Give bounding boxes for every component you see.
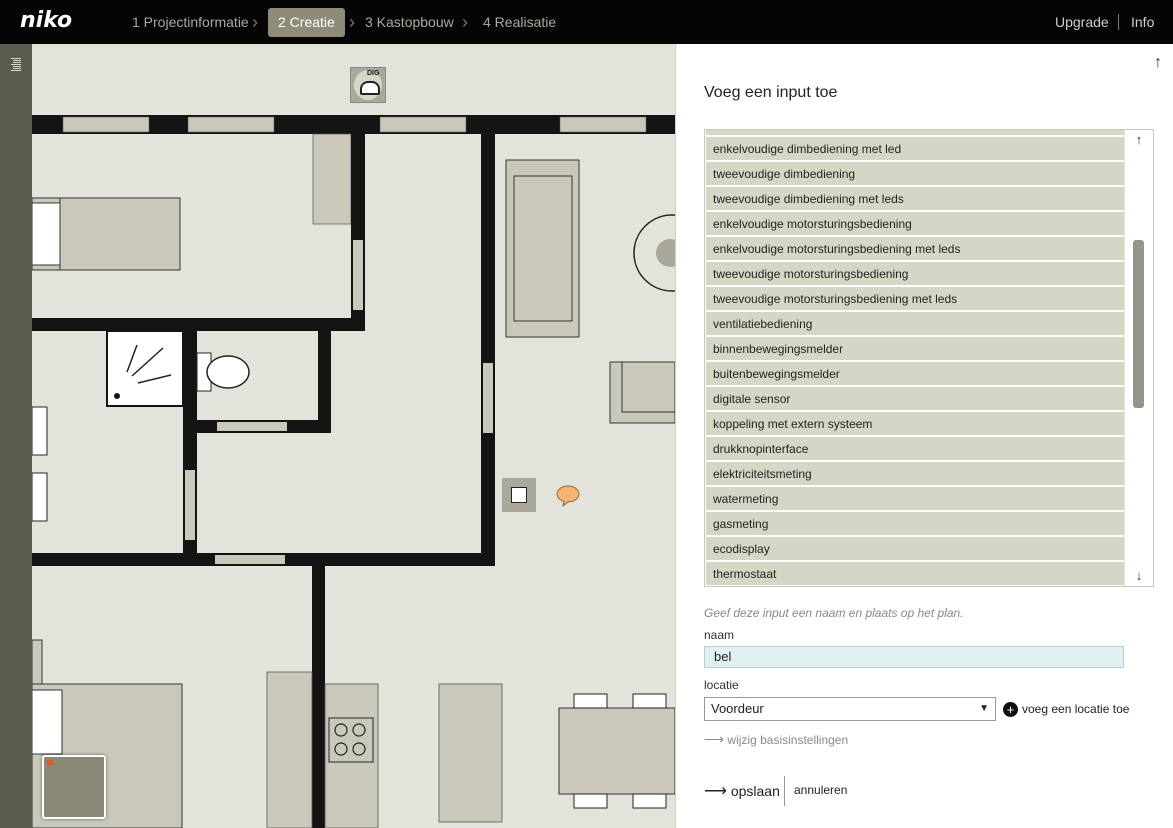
add-input-panel: ↑ Voeg een input toe enkelvoudige dimbed… bbox=[675, 44, 1173, 828]
list-item[interactable]: enkelvoudige motorsturingsbediening bbox=[706, 212, 1124, 236]
location-label: locatie bbox=[704, 678, 739, 692]
list-item[interactable]: ecodisplay bbox=[706, 537, 1124, 561]
list-item[interactable]: tweevoudige motorsturingsbediening bbox=[706, 262, 1124, 286]
step-projectinformatie[interactable]: 1 Projectinformatie bbox=[122, 8, 259, 37]
dig-label: DIG bbox=[367, 70, 380, 77]
list-item[interactable] bbox=[706, 130, 1124, 136]
location-select-value: Voordeur bbox=[711, 701, 764, 716]
scroll-up-arrow-icon[interactable]: ↑ bbox=[1125, 130, 1153, 150]
list-item[interactable]: tweevoudige motorsturingsbediening met l… bbox=[706, 287, 1124, 311]
list-item[interactable]: ventilatiebediening bbox=[706, 312, 1124, 336]
placed-input-icon[interactable] bbox=[502, 478, 536, 512]
scroll-down-arrow-icon[interactable]: ↓ bbox=[1125, 566, 1153, 586]
list-menu-icon[interactable] bbox=[9, 58, 23, 72]
save-button[interactable]: ⟶ opslaan bbox=[704, 781, 780, 801]
top-navigation-bar: niko 1 Projectinformatie › 2 Creatie › 3… bbox=[0, 0, 1173, 44]
chevron-right-icon: › bbox=[252, 12, 258, 32]
comment-bubble-icon[interactable] bbox=[555, 485, 581, 507]
advanced-settings-label: wijzig basisinstellingen bbox=[727, 733, 849, 747]
list-item[interactable]: tweevoudige dimbediening met leds bbox=[706, 187, 1124, 211]
name-label: naam bbox=[704, 628, 735, 642]
save-label: opslaan bbox=[730, 783, 780, 799]
input-type-list[interactable]: enkelvoudige dimbediening met led tweevo… bbox=[704, 129, 1154, 587]
step-creatie[interactable]: 2 Creatie bbox=[268, 8, 345, 37]
location-select[interactable]: Voordeur ▼ bbox=[704, 697, 996, 721]
add-location-button[interactable]: + voeg een locatie toe bbox=[1003, 700, 1129, 718]
list-item[interactable]: binnenbewegingsmelder bbox=[706, 337, 1124, 361]
list-item[interactable]: elektriciteitsmeting bbox=[706, 462, 1124, 486]
plus-circle-icon: + bbox=[1003, 702, 1018, 718]
name-input[interactable]: bel bbox=[704, 646, 1124, 668]
name-hint-text: Geef deze input een naam en plaats op he… bbox=[704, 606, 964, 620]
dropdown-arrow-icon: ▼ bbox=[979, 703, 989, 714]
panel-title: Voeg een input toe bbox=[704, 84, 838, 101]
add-location-label: voeg een locatie toe bbox=[1022, 702, 1130, 716]
button-divider bbox=[784, 776, 785, 806]
left-sidebar bbox=[0, 44, 32, 828]
floor-plan-minimap[interactable] bbox=[42, 755, 106, 819]
minimap-viewport-marker bbox=[47, 760, 53, 765]
list-item[interactable]: watermeting bbox=[706, 487, 1124, 511]
upgrade-link[interactable]: Upgrade bbox=[1055, 8, 1109, 37]
list-item[interactable]: tweevoudige dimbediening bbox=[706, 162, 1124, 186]
list-item[interactable]: enkelvoudige motorsturingsbediening met … bbox=[706, 237, 1124, 261]
floor-plan-canvas[interactable]: DIG bbox=[32, 44, 675, 828]
info-link[interactable]: Info bbox=[1131, 8, 1154, 37]
arrow-right-icon: ⟶ bbox=[704, 731, 725, 747]
list-item[interactable]: thermostaat bbox=[706, 562, 1124, 586]
cancel-button[interactable]: annuleren bbox=[794, 783, 847, 797]
list-item[interactable]: enkelvoudige dimbediening met led bbox=[706, 137, 1124, 161]
list-scrollbar[interactable]: ↑ ↓ bbox=[1124, 130, 1153, 586]
arrow-up-icon[interactable]: ↑ bbox=[1154, 54, 1162, 72]
arrow-right-icon: ⟶ bbox=[704, 783, 727, 800]
list-item[interactable]: buitenbewegingsmelder bbox=[706, 362, 1124, 386]
scrollbar-thumb[interactable] bbox=[1133, 240, 1144, 408]
floor-plan-drawing bbox=[32, 115, 675, 828]
list-item[interactable]: drukknopinterface bbox=[706, 437, 1124, 461]
step-realisatie[interactable]: 4 Realisatie bbox=[473, 8, 566, 37]
step-kastopbouw[interactable]: 3 Kastopbouw bbox=[355, 8, 464, 37]
list-item[interactable]: gasmeting bbox=[706, 512, 1124, 536]
topbar-divider bbox=[1118, 14, 1119, 30]
list-item[interactable]: koppeling met extern systeem bbox=[706, 412, 1124, 436]
niko-logo[interactable]: niko bbox=[20, 8, 72, 33]
advanced-settings-link[interactable]: ⟶ wijzig basisinstellingen bbox=[704, 731, 848, 748]
dig-device-icon[interactable]: DIG bbox=[350, 67, 386, 103]
list-item[interactable]: digitale sensor bbox=[706, 387, 1124, 411]
